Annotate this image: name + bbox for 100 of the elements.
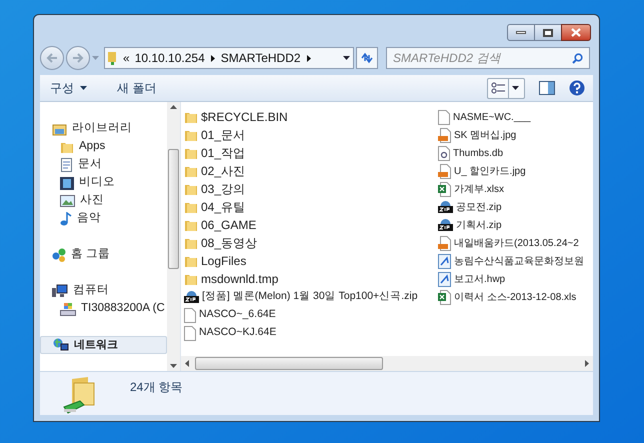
address-bar[interactable]: « 10.10.10.254 SMARTeHDD2 <box>104 47 354 69</box>
file-item[interactable]: 기획서.zip <box>438 216 593 234</box>
spreadsheet-icon <box>438 182 451 196</box>
scroll-up-icon[interactable] <box>170 105 177 109</box>
nav-item[interactable]: 비디오 <box>40 174 167 192</box>
network-icon <box>53 338 69 352</box>
minimize-button[interactable] <box>507 24 535 41</box>
file-item[interactable]: 공모전.zip <box>438 198 593 216</box>
blank-file-icon <box>184 326 196 340</box>
maximize-button[interactable] <box>535 24 561 41</box>
arrow-left-icon <box>46 53 58 63</box>
nav-item[interactable]: 문서 <box>40 156 167 174</box>
blank-file-icon <box>184 308 196 322</box>
scroll-right-icon[interactable] <box>585 360 589 367</box>
network-folder-icon <box>108 52 118 64</box>
toolbar-button[interactable]: 새 폴더 <box>115 79 158 97</box>
nav-item[interactable]: 음악 <box>40 210 167 228</box>
caret-icon[interactable] <box>343 56 350 60</box>
folder-icon <box>184 218 198 232</box>
film-strip-icon <box>60 176 74 190</box>
item-count: 24개 항목 <box>130 379 183 396</box>
image-file-icon <box>438 164 451 178</box>
nav-item[interactable]: TI30883200A (C <box>40 300 167 318</box>
file-item[interactable]: U_ 할인카드.jpg <box>438 162 593 180</box>
horizontal-scrollbar[interactable] <box>181 356 593 371</box>
file-item[interactable]: NASME~WC.___ <box>438 108 593 126</box>
file-item[interactable]: SK 멤버십.jpg <box>438 126 593 144</box>
close-button[interactable] <box>561 24 591 41</box>
nav-item[interactable]: 컴퓨터 <box>40 282 167 300</box>
drive-icon <box>60 302 76 316</box>
breadcrumb-overflow[interactable]: « <box>123 49 130 67</box>
nav-item[interactable]: 사진 <box>40 192 167 210</box>
settings-file-icon <box>438 146 450 160</box>
file-item[interactable]: 02_사진 <box>184 162 438 180</box>
search-field[interactable]: SMARTeHDD2 검색 <box>386 47 590 69</box>
caret-icon[interactable] <box>512 86 519 90</box>
homegroup-icon <box>52 248 66 262</box>
file-item[interactable]: 가계부.xlsx <box>438 180 593 198</box>
search-icon[interactable] <box>572 52 583 64</box>
zip-archive-icon <box>184 290 199 304</box>
nav-item[interactable]: 네트워크 <box>40 336 167 354</box>
file-item[interactable]: LogFiles <box>184 252 438 270</box>
zip-archive-icon <box>438 218 453 232</box>
nav-item[interactable]: 라이브러리 <box>40 120 167 138</box>
file-item[interactable]: 보고서.hwp <box>438 270 593 288</box>
file-item[interactable]: NASCO~_6.64E <box>184 306 438 324</box>
file-item[interactable]: 농림수산식품교육문화정보원 <box>438 252 593 270</box>
file-item[interactable]: 08_동영상 <box>184 234 438 252</box>
nav-item[interactable]: 홈 그룹 <box>40 246 167 264</box>
file-item[interactable]: 내일배움카드(2013.05.24~2 <box>438 234 593 252</box>
file-item[interactable]: msdownld.tmp <box>184 270 438 288</box>
view-list-icon <box>491 82 505 94</box>
folder-icon <box>184 182 198 196</box>
refresh-button[interactable] <box>356 47 378 69</box>
caret-icon <box>80 86 87 90</box>
document-file-icon <box>438 254 451 268</box>
chevron-right-icon[interactable] <box>306 54 311 62</box>
chevron-right-icon[interactable] <box>210 54 215 62</box>
file-item[interactable]: Thumbs.db <box>438 144 593 162</box>
folder-icon <box>184 236 198 250</box>
folder-icon <box>184 164 198 178</box>
zip-archive-icon <box>438 200 453 214</box>
file-item[interactable]: 01_작업 <box>184 144 438 162</box>
nav-item[interactable]: Apps <box>40 138 167 156</box>
file-item[interactable]: $RECYCLE.BIN <box>184 108 438 126</box>
folder-icon <box>184 272 198 286</box>
search-input[interactable]: SMARTeHDD2 검색 <box>393 49 572 67</box>
file-item[interactable]: 01_문서 <box>184 126 438 144</box>
file-item[interactable]: 04_유틸 <box>184 198 438 216</box>
image-file-icon <box>438 128 451 142</box>
file-item[interactable]: NASCO~KJ.64E <box>184 324 438 342</box>
spreadsheet-icon <box>438 290 451 304</box>
music-note-icon <box>60 212 72 226</box>
folder-icon <box>184 254 198 268</box>
scroll-down-icon[interactable] <box>170 364 177 368</box>
file-item[interactable]: [정품] 멜론(Melon) 1월 30일 Top100+신곡.zip <box>184 288 438 306</box>
preview-pane-icon[interactable] <box>539 81 555 95</box>
arrow-right-icon <box>72 53 84 63</box>
folder-icon <box>184 146 198 160</box>
document-file-icon <box>438 272 451 286</box>
help-icon[interactable] <box>569 80 585 96</box>
file-item[interactable]: 이력서 소스-2013-12-08.xls <box>438 288 593 306</box>
breadcrumb[interactable]: SMARTeHDD2 <box>220 49 301 67</box>
view-options-button[interactable] <box>487 78 525 98</box>
close-icon <box>571 28 581 37</box>
folder-icon <box>184 200 198 214</box>
picture-icon <box>60 195 75 207</box>
vertical-scrollbar[interactable] <box>167 102 180 371</box>
image-file-icon <box>438 236 451 250</box>
breadcrumb[interactable]: 10.10.10.254 <box>134 49 205 67</box>
file-item[interactable]: 03_강의 <box>184 180 438 198</box>
document-icon <box>60 158 73 172</box>
computer-icon <box>52 284 68 298</box>
folder-icon <box>184 128 198 142</box>
folder-icon <box>184 110 198 124</box>
folder-icon <box>60 140 74 154</box>
file-item[interactable]: 06_GAME <box>184 216 438 234</box>
library-icon <box>52 122 67 136</box>
scroll-left-icon[interactable] <box>185 360 189 367</box>
toolbar-button[interactable]: 구성 <box>48 79 89 97</box>
